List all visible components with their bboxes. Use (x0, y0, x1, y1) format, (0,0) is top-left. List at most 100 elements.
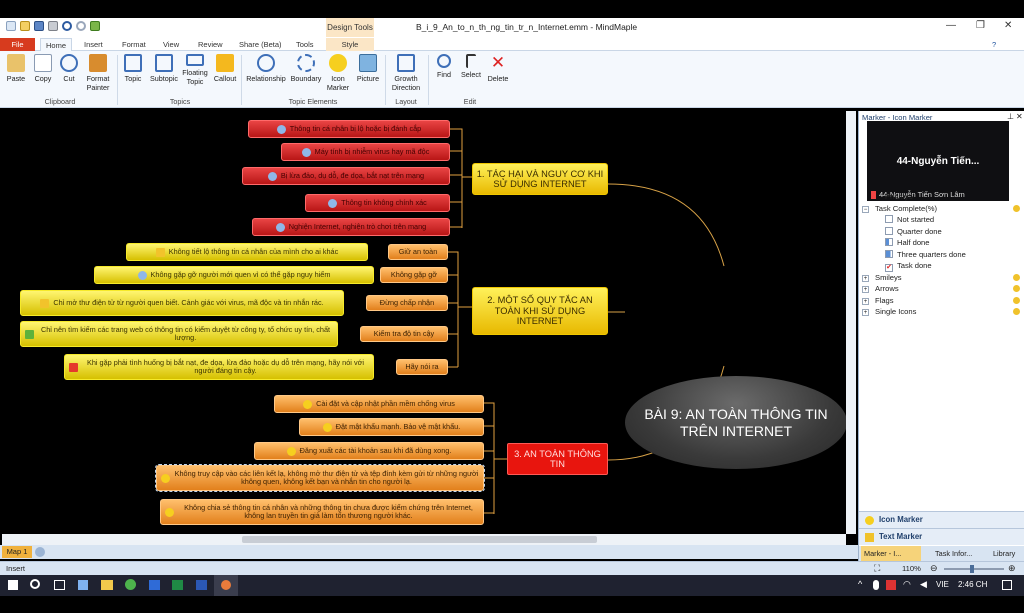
branch-2-topic[interactable]: 2. MỘT SỐ QUY TẮC AN TOÀN KHI SỬ DỤNG IN… (472, 287, 608, 335)
branch-1-item[interactable]: Nghiện Internet, nghiện trò chơi trên mạ… (252, 218, 450, 236)
text-marker-section[interactable]: Text Marker (859, 528, 1024, 545)
mindmaple-taskbar-item[interactable] (214, 575, 238, 596)
tab-style[interactable]: Style (326, 38, 374, 51)
marker-row[interactable]: Half done (862, 237, 1022, 249)
picture-button[interactable]: Picture (355, 54, 381, 83)
zoom-out-icon[interactable]: ⊖ (930, 563, 938, 574)
word-icon[interactable] (196, 580, 207, 590)
branch-1-item[interactable]: Thông tin cá nhân bị lộ hoặc bị đánh cắp (248, 120, 450, 138)
close-icon[interactable]: ✕ (1004, 20, 1012, 31)
branch-1-topic[interactable]: 1. TÁC HẠI VÀ NGUY CƠ KHI SỬ DỤNG INTERN… (472, 163, 608, 195)
marker-group[interactable]: + Single Icons (862, 306, 1022, 318)
file-explorer-icon[interactable] (101, 580, 113, 590)
branch-3-item[interactable]: Không chia sẻ thông tin cá nhân và những… (160, 499, 484, 525)
mindmap-canvas[interactable]: 1. TÁC HẠI VÀ NGUY CƠ KHI SỬ DỤNG INTERN… (2, 111, 846, 534)
rule-label[interactable]: Đừng chấp nhận (366, 295, 448, 311)
growth-direction-button[interactable]: Growth Direction (388, 54, 424, 92)
topic-button[interactable]: Topic (122, 54, 144, 83)
rule-label[interactable]: Giữ an toàn (388, 244, 448, 260)
boundary-button[interactable]: Boundary (290, 54, 322, 83)
marker-group[interactable]: + Flags (862, 295, 1022, 307)
rule-label[interactable]: Không gặp gỡ (380, 267, 448, 283)
horizontal-scrollbar[interactable] (2, 534, 846, 545)
notifications-icon[interactable] (1002, 580, 1012, 590)
marker-group[interactable]: − Task Complete(%) (862, 203, 1022, 215)
marker-row[interactable]: ✔ Task done (862, 260, 1022, 272)
central-topic[interactable]: BÀI 9: AN TOÀN THÔNG TIN TRÊN INTERNET (625, 376, 846, 469)
tab-home[interactable]: Home (40, 38, 72, 51)
expand-icon[interactable]: + (862, 309, 869, 316)
branch-3-item[interactable]: Cài đặt và cập nhật phần mềm chống virus (274, 395, 484, 413)
rule-detail[interactable]: Không gặp gỡ người mới quen vì có thể gặ… (94, 266, 374, 284)
language-indicator[interactable]: VIE (936, 580, 949, 589)
print-icon[interactable] (48, 21, 58, 31)
task-view-icon[interactable] (54, 580, 65, 590)
branch-3-item[interactable]: Đăng xuất các tài khoản sau khi đã dùng … (254, 442, 484, 460)
undo-icon[interactable] (62, 21, 72, 31)
tab-view[interactable]: View (163, 38, 179, 51)
sheet-tab-map-1[interactable]: Map 1 (2, 546, 32, 558)
marker-row[interactable]: Priority5 (862, 191, 1022, 203)
tab-tools[interactable]: Tools (296, 38, 314, 51)
restore-icon[interactable]: ❐ (976, 20, 985, 31)
branch-1-item[interactable]: Thông tin không chính xác (305, 194, 450, 212)
minimize-icon[interactable]: — (946, 20, 956, 31)
branch-3-item-selected[interactable]: Không truy cập vào các liên kết lạ, khôn… (155, 464, 485, 492)
tab-insert[interactable]: Insert (84, 38, 103, 51)
delete-button[interactable]: ✕ Delete (486, 54, 510, 84)
expand-icon[interactable]: + (862, 286, 869, 293)
expand-icon[interactable]: + (862, 297, 869, 305)
copy-button[interactable]: Copy (33, 54, 53, 83)
windows-start-icon[interactable] (8, 580, 18, 590)
rule-detail[interactable]: Chỉ nên tìm kiếm các trang web có thông … (20, 321, 338, 347)
redo-icon[interactable] (76, 21, 86, 31)
help-icon[interactable]: ? (992, 38, 996, 51)
format-painter-button[interactable]: Format Painter (84, 54, 112, 92)
antivirus-icon[interactable] (886, 580, 896, 590)
tab-task-info[interactable]: Task Infor... (925, 546, 972, 561)
marker-row[interactable]: Three quarters done (862, 249, 1022, 261)
zoom-in-icon[interactable]: ⊕ (1008, 563, 1016, 574)
branch-1-item[interactable]: Máy tính bị nhiễm virus hay mã độc (281, 143, 450, 161)
tab-marker[interactable]: Marker - I... (861, 546, 921, 561)
tray-chevron-icon[interactable]: ^ (858, 579, 862, 589)
panel-close-icon[interactable]: ✕ (1016, 112, 1023, 121)
floating-topic-button[interactable]: Floating Topic (180, 54, 210, 86)
open-folder-icon[interactable] (20, 21, 30, 31)
tab-share[interactable]: Share (Beta) (239, 38, 282, 51)
search-icon[interactable] (30, 579, 40, 589)
vertical-scrollbar[interactable] (846, 111, 856, 534)
marker-row[interactable]: Quarter done (862, 226, 1022, 238)
pin-icon[interactable]: ⊥ (1007, 112, 1014, 121)
save-icon[interactable] (34, 21, 44, 31)
scroll-thumb[interactable] (242, 536, 597, 543)
callout-button[interactable]: Callout (212, 54, 238, 83)
chrome-icon[interactable] (125, 579, 136, 590)
rule-label[interactable]: Kiểm tra độ tin cậy (360, 326, 448, 342)
collapse-icon[interactable]: − (862, 205, 869, 213)
icon-marker-button[interactable]: Icon Marker (323, 54, 353, 92)
paste-button[interactable]: Paste (6, 54, 26, 83)
customize-icon[interactable] (90, 21, 100, 31)
marker-group[interactable]: + Smileys (862, 272, 1022, 284)
icon-marker-section[interactable]: Icon Marker (859, 511, 1024, 528)
branch-3-topic[interactable]: 3. AN TOÀN THÔNG TIN (507, 443, 608, 475)
excel-icon[interactable] (172, 580, 183, 590)
tab-format[interactable]: Format (122, 38, 146, 51)
rule-detail[interactable]: Không tiết lộ thông tin cá nhân của mình… (126, 243, 368, 261)
branch-3-item[interactable]: Đặt mật khẩu mạnh. Bảo vệ mật khẩu. (299, 418, 484, 436)
rule-detail[interactable]: Khi gặp phải tình huống bị bắt nạt, đe d… (64, 354, 374, 380)
zoom-slider-thumb[interactable] (970, 565, 974, 573)
subtopic-button[interactable]: Subtopic (149, 54, 179, 83)
find-button[interactable]: Find (434, 54, 454, 79)
expand-icon[interactable]: + (862, 274, 869, 282)
add-sheet-icon[interactable] (35, 547, 45, 557)
fit-icon[interactable]: ⛶ (874, 563, 880, 574)
clock[interactable]: 2:46 CH (958, 580, 987, 589)
marker-row[interactable]: Not started (862, 214, 1022, 226)
store-icon[interactable] (78, 580, 88, 590)
new-icon[interactable] (6, 21, 16, 31)
zoom-slider[interactable] (944, 568, 1004, 570)
tab-review[interactable]: Review (198, 38, 223, 51)
microphone-icon[interactable] (873, 580, 879, 590)
